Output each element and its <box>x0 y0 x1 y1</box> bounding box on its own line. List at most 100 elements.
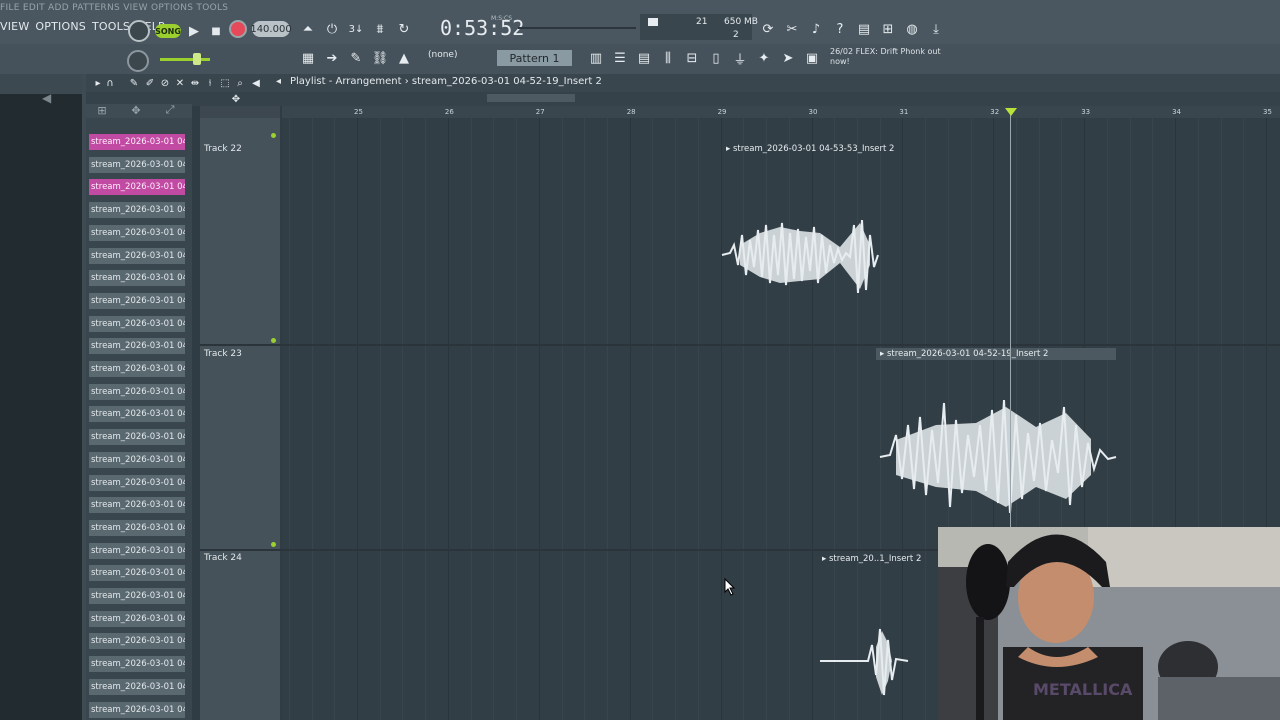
plugin-picker-icon[interactable]: ⏚ <box>730 48 750 68</box>
memory-value: 650 MB <box>724 17 758 27</box>
save-icon[interactable]: ▤ <box>854 19 874 39</box>
track-23-enable-led[interactable] <box>271 338 276 343</box>
file-icon[interactable]: ▯ <box>706 48 726 68</box>
track-22-enable-led[interactable] <box>271 133 276 138</box>
refresh-icon[interactable]: ⟳ <box>758 19 778 39</box>
menu-tools[interactable]: TOOLS <box>92 20 130 38</box>
track-name-24[interactable]: Track 24 <box>204 553 242 563</box>
grid-line <box>561 118 563 720</box>
clip-list-item[interactable]: stream_2026-03-01 04-... <box>89 383 185 401</box>
clip-list-item[interactable]: stream_2026-03-01 04-... <box>89 315 185 333</box>
clip-list-item[interactable]: stream_2026-03-01 04-... <box>89 429 185 447</box>
record-button[interactable] <box>229 20 247 38</box>
clip-move-icon[interactable]: ✥ <box>126 100 146 120</box>
song-mode-toggle[interactable]: SONG <box>155 24 181 38</box>
clip-list-item[interactable]: stream_2026-03-01 04-... <box>89 451 185 469</box>
tempo-display[interactable]: 140.000 <box>250 21 292 37</box>
browser-icon[interactable]: ⊟ <box>682 48 702 68</box>
speaker-icon[interactable]: ◀ <box>42 91 51 105</box>
master-volume-knob[interactable] <box>128 20 150 42</box>
master-pitch-knob[interactable] <box>127 50 149 72</box>
playhead-marker[interactable] <box>1005 108 1017 116</box>
clip-list-item[interactable]: stream_2026-03-01 04-... <box>89 247 185 265</box>
brush-icon[interactable]: ✎ <box>346 48 366 68</box>
time-format-label[interactable]: M:S:CS <box>491 15 512 22</box>
track-name-22[interactable]: Track 22 <box>204 144 242 154</box>
audio-clip-label[interactable]: ▸ stream_20..1_Insert 2 <box>818 553 921 565</box>
track-name-23[interactable]: Track 23 <box>204 349 242 359</box>
clip-list-item[interactable]: stream_2026-03-01 04-... <box>89 519 185 537</box>
countdown-icon[interactable]: 3↓ <box>346 19 366 39</box>
loop-record-icon[interactable]: ↻ <box>394 19 414 39</box>
clip-list-item[interactable]: stream_2026-03-01 04-... <box>89 406 185 424</box>
menu-view[interactable]: VIEW <box>0 20 29 38</box>
help-icon[interactable]: ? <box>830 19 850 39</box>
playlist-window-icon[interactable]: ▦ <box>298 48 318 68</box>
clip-list-item[interactable]: stream_2026-03-01 04-... <box>89 361 185 378</box>
clip-list-item[interactable]: stream_2026-03-01 04-... <box>89 497 185 515</box>
playlist-title: Playlist - Arrangement › stream_2026-03-… <box>290 76 602 87</box>
audio-waveform[interactable] <box>818 625 912 700</box>
volume-slider-thumb[interactable] <box>193 53 201 65</box>
magnet-icon[interactable]: ∩ <box>100 73 120 93</box>
clip-list-item[interactable]: stream_2026-03-01 04-... <box>89 678 185 696</box>
playback-icon[interactable]: ◀ <box>246 73 266 93</box>
play-button[interactable]: ▶ <box>184 21 204 41</box>
timeline-ruler[interactable] <box>282 106 1280 118</box>
clip-list-item[interactable]: stream_2026-03-01 04-... <box>89 474 185 492</box>
stamp-icon[interactable]: ▲ <box>394 48 414 68</box>
clip-list-item[interactable]: stream_2026-03-01 04-... <box>89 701 185 719</box>
plugin-icon[interactable]: ⊞ <box>878 19 898 39</box>
audio-clip-label[interactable]: ▸ stream_2026-03-01 04-53-53_Insert 2 <box>722 143 894 155</box>
link-icon[interactable]: ⛓ <box>370 48 390 68</box>
store-icon[interactable]: ▣ <box>802 48 822 68</box>
wait-input-icon[interactable]: ⏻ <box>322 19 342 39</box>
microphone-icon[interactable]: ♪ <box>806 19 826 39</box>
clip-list-item[interactable]: stream_2026-03-01 04-... <box>89 134 185 151</box>
clip-list-item[interactable]: stream_2026-03-01 04-... <box>89 156 185 174</box>
touch-icon[interactable]: ✦ <box>754 48 774 68</box>
news-ticker[interactable]: 26/02 FLEX: Drift Phonk out now! <box>830 47 950 67</box>
clip-list-item[interactable]: stream_2026-03-01 04-... <box>89 656 185 674</box>
pattern-selector[interactable]: Pattern 1 <box>497 50 572 66</box>
metronome-icon[interactable]: ⏶ <box>298 19 318 39</box>
arrow-right-icon[interactable]: ➔ <box>322 48 342 68</box>
piano-roll-icon[interactable]: ▤ <box>634 48 654 68</box>
clip-grid-icon[interactable]: ⊞ <box>92 100 112 120</box>
download-icon[interactable]: ⤓ <box>926 19 946 39</box>
clip-list-item[interactable]: stream_2026-03-01 04-... <box>89 292 185 310</box>
clip-list-item[interactable]: stream_2026-03-01 04-... <box>89 270 185 288</box>
playlist-icon[interactable]: ▥ <box>586 48 606 68</box>
pattern-none-label[interactable]: (none) <box>428 50 457 60</box>
stop-button[interactable]: ■ <box>206 21 226 41</box>
cpu-meter-bar <box>648 18 658 26</box>
horizontal-scrollbar[interactable] <box>487 94 575 102</box>
audio-clip-label[interactable]: ▸ stream_2026-03-01 04-52-19_Insert 2 <box>876 348 1116 360</box>
grid-line <box>334 118 336 720</box>
clip-resize-icon[interactable]: ⤢ <box>160 100 180 120</box>
mixer-icon[interactable]: ⫼ <box>658 48 678 68</box>
clip-list-item[interactable]: stream_2026-03-01 04-... <box>89 588 185 605</box>
clip-list-item[interactable]: stream_2026-03-01 04-... <box>89 224 185 242</box>
menu-options[interactable]: OPTIONS <box>35 20 86 38</box>
step-edit-icon[interactable]: ⩩ <box>370 19 390 39</box>
clip-list-item[interactable]: stream_2026-03-01 04-... <box>89 202 185 220</box>
channel-rack-icon[interactable]: ☰ <box>610 48 630 68</box>
clip-list-item[interactable]: stream_2026-03-01 04-... <box>89 338 185 356</box>
track-24-enable-led[interactable] <box>271 542 276 547</box>
clip-list-item[interactable]: stream_2026-03-01 04-... <box>89 610 185 628</box>
clip-list-item[interactable]: stream_2026-03-01 04-... <box>89 542 185 560</box>
grid-line <box>652 118 654 720</box>
grid-line <box>311 118 313 720</box>
clip-list-item[interactable]: stream_2026-03-01 04-... <box>89 633 185 651</box>
cut-icon[interactable]: ✂ <box>782 19 802 39</box>
audio-waveform[interactable] <box>876 395 1120 520</box>
mouse-cursor-icon <box>724 578 736 596</box>
bar-number: 25 <box>354 108 363 116</box>
tempo-tap-icon[interactable]: ➤ <box>778 48 798 68</box>
audio-waveform[interactable] <box>720 205 880 305</box>
chat-icon[interactable]: ◍ <box>902 19 922 39</box>
clip-list-item[interactable]: stream_2026-03-01 04-... <box>89 179 185 197</box>
grid-line <box>584 118 586 720</box>
clip-list-item[interactable]: stream_2026-03-01 04-... <box>89 565 185 583</box>
